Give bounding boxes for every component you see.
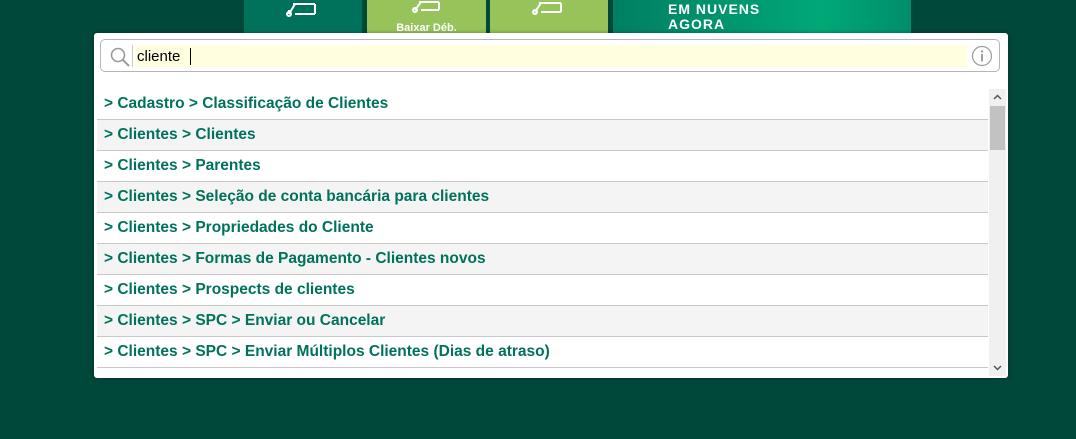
menu-tile-1[interactable] — [244, 0, 362, 34]
chevron-up-icon[interactable] — [989, 89, 1006, 106]
info-icon[interactable] — [971, 45, 993, 67]
promo-text: EM NUVENS AGORA — [668, 2, 760, 32]
result-item[interactable]: > Clientes > Parentes — [97, 151, 988, 182]
promo-line-2: AGORA — [668, 16, 726, 32]
result-item[interactable]: > Cadastro > Classificação de Clientes — [97, 89, 988, 120]
promo-banner[interactable]: EM NUVENS AGORA — [613, 0, 911, 34]
machine-icon — [286, 3, 316, 17]
text-caret — [190, 48, 191, 65]
results-scrollbar[interactable] — [989, 89, 1006, 376]
result-item[interactable]: > Clientes > Seleção de conta bancária p… — [97, 182, 988, 213]
result-item[interactable]: > Clientes > Formas de Pagamento - Clien… — [97, 244, 988, 275]
result-item[interactable]: > Clientes > SPC > Enviar Múltiplos Clie… — [97, 337, 988, 368]
machine-icon — [532, 2, 562, 15]
machine-icon — [411, 1, 440, 13]
menu-tile-3[interactable] — [490, 0, 608, 34]
scroll-thumb[interactable] — [990, 106, 1005, 150]
promo-line-1: EM NUVENS — [668, 1, 761, 17]
search-input[interactable] — [135, 45, 967, 67]
search-icon — [110, 47, 130, 67]
results-list: > Cadastro > Classificação de Clientes >… — [97, 89, 988, 375]
search-divider — [132, 45, 133, 67]
result-item[interactable]: > Clientes > SPC > Enviar ou Cancelar — [97, 306, 988, 337]
result-item[interactable]: > Clientes > Clientes — [97, 120, 988, 151]
menu-tile-baixar-deb[interactable]: Baixar Déb. — [367, 0, 486, 34]
search-panel: > Cadastro > Classificação de Clientes >… — [94, 33, 1008, 378]
search-box — [100, 39, 1000, 72]
chevron-down-icon[interactable] — [989, 359, 1006, 376]
result-item[interactable]: > Clientes > Prospects de clientes — [97, 275, 988, 306]
result-item[interactable]: > Clientes > Propriedades do Cliente — [97, 213, 988, 244]
